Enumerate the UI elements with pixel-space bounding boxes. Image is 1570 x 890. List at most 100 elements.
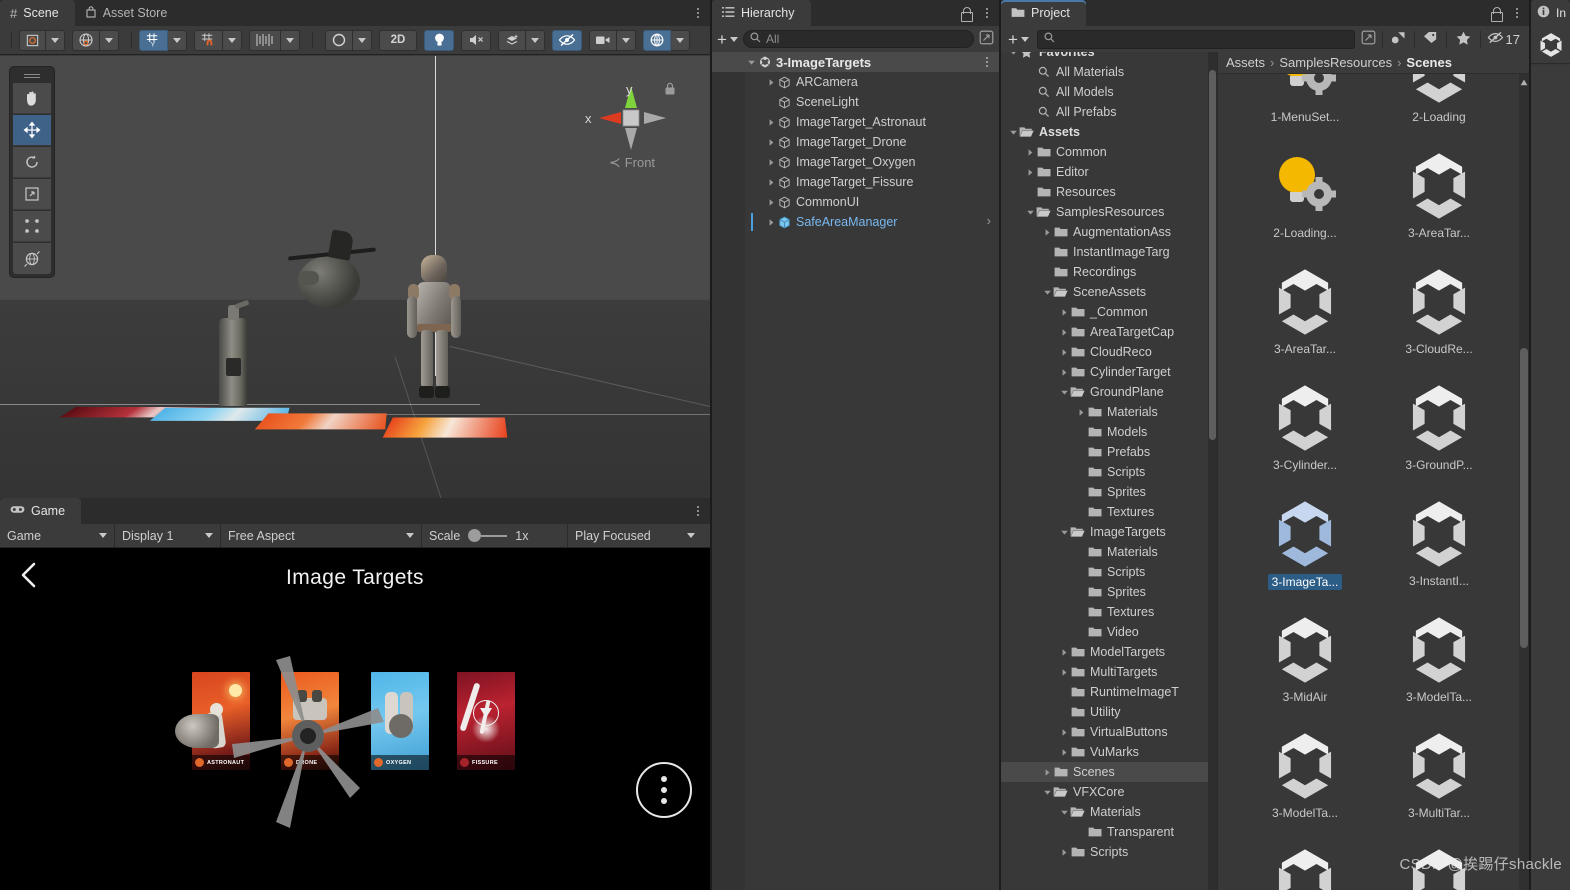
- hierarchy-item-imagetarget-drone[interactable]: ImageTarget_Drone: [712, 132, 999, 152]
- hierarchy-tree[interactable]: 3-ImageTargets ARCamera SceneLight ImageTar…: [712, 52, 999, 890]
- project-folder-scripts[interactable]: Scripts: [1001, 462, 1217, 482]
- tab-scene[interactable]: # Scene: [0, 0, 75, 26]
- asset-item[interactable]: 3-InstantI...: [1374, 496, 1504, 588]
- project-folder-samplesresources[interactable]: SamplesResources: [1001, 202, 1217, 222]
- chevron-right-icon[interactable]: [1041, 768, 1053, 777]
- chevron-right-icon[interactable]: [1058, 368, 1070, 377]
- tool-palette-drag-handle[interactable]: [13, 70, 51, 82]
- gizmos-dropdown-button[interactable]: [671, 29, 690, 51]
- chevron-right-icon[interactable]: [1058, 728, 1070, 737]
- project-folder-modeltargets[interactable]: ModelTargets: [1001, 642, 1217, 662]
- target-card-fissure[interactable]: FISSURE: [457, 672, 515, 770]
- favorites-star-button[interactable]: [1447, 31, 1480, 48]
- project-folder-materials[interactable]: Materials: [1001, 802, 1217, 822]
- play-mode-dropdown[interactable]: Play Focused: [568, 524, 702, 547]
- hierarchy-item-commonui[interactable]: CommonUI: [712, 192, 999, 212]
- project-folder-favorites[interactable]: Favorites: [1001, 52, 1217, 62]
- project-folder-scenes[interactable]: Scenes: [1001, 762, 1217, 782]
- grid-ruler-button[interactable]: [249, 29, 281, 51]
- project-folder-materials[interactable]: Materials: [1001, 542, 1217, 562]
- aspect-dropdown[interactable]: Free Aspect: [221, 524, 422, 547]
- project-folder-vfxcore[interactable]: VFXCore: [1001, 782, 1217, 802]
- project-asset-grid[interactable]: Assets › SamplesResources › Scenes 1-Men…: [1217, 52, 1529, 890]
- chevron-right-icon[interactable]: [1058, 328, 1070, 337]
- fx-dropdown-button[interactable]: [526, 29, 545, 51]
- hierarchy-search-input[interactable]: All: [742, 30, 974, 48]
- project-folder-vumarks[interactable]: VuMarks: [1001, 742, 1217, 762]
- grid-size-dropdown[interactable]: [281, 29, 300, 51]
- target-card-drone[interactable]: DRONE: [281, 672, 339, 770]
- project-folder-all-prefabs[interactable]: All Prefabs: [1001, 102, 1217, 122]
- options-fab-button[interactable]: [636, 762, 692, 818]
- tab-hierarchy[interactable]: Hierarchy: [712, 0, 811, 26]
- breadcrumb-item-scenes[interactable]: Scenes: [1406, 55, 1452, 70]
- chevron-right-icon[interactable]: [1058, 848, 1070, 857]
- asset-item[interactable]: 2-Loading...: [1240, 148, 1370, 240]
- hierarchy-item-imagetarget-oxygen[interactable]: ImageTarget_Oxygen: [712, 152, 999, 172]
- asset-item[interactable]: 3-MidAir: [1240, 612, 1370, 704]
- chevron-down-icon[interactable]: [1058, 808, 1070, 817]
- asset-item[interactable]: 3-MultiTar...: [1374, 728, 1504, 820]
- handle-space-group[interactable]: [72, 29, 119, 51]
- chevron-right-icon[interactable]: [1058, 668, 1070, 677]
- project-search-input[interactable]: [1036, 29, 1355, 49]
- transform-tool-button[interactable]: [13, 243, 51, 274]
- fx-group[interactable]: [498, 29, 545, 51]
- project-add-button[interactable]: +: [1004, 31, 1033, 48]
- asset-item[interactable]: 3-AreaTar...: [1240, 264, 1370, 356]
- asset-item[interactable]: 1-MenuSet...: [1240, 74, 1370, 124]
- camera-dropdown-button[interactable]: [617, 29, 636, 51]
- snap-dropdown-button[interactable]: [223, 29, 242, 51]
- lock-icon[interactable]: [960, 6, 973, 22]
- filter-by-label-button[interactable]: [1415, 31, 1446, 47]
- asset-item[interactable]: 3-ImageTa...: [1240, 496, 1370, 590]
- asset-item[interactable]: [1374, 844, 1504, 890]
- chevron-down-icon[interactable]: [1058, 388, 1070, 397]
- game-mode-dropdown[interactable]: Game: [0, 524, 115, 547]
- asset-grid-scroll-up-icon[interactable]: [1520, 78, 1528, 87]
- project-folder-scripts[interactable]: Scripts: [1001, 562, 1217, 582]
- project-folder-common[interactable]: Common: [1001, 142, 1217, 162]
- asset-item[interactable]: 3-Cylinder...: [1240, 380, 1370, 472]
- project-folder-sprites[interactable]: Sprites: [1001, 582, 1217, 602]
- chevron-down-icon[interactable]: [1041, 788, 1053, 797]
- asset-item[interactable]: 3-ModelTa...: [1240, 728, 1370, 820]
- hierarchy-options-kebab-icon[interactable]: [981, 5, 993, 21]
- project-folder-utility[interactable]: Utility: [1001, 702, 1217, 722]
- camera-group[interactable]: [589, 29, 636, 51]
- hierarchy-item-safeareamanager[interactable]: SafeAreaManager ›: [712, 212, 999, 232]
- game-options-kebab-icon[interactable]: [692, 503, 704, 519]
- target-card-oxygen[interactable]: OXYGEN: [371, 672, 429, 770]
- game-viewport[interactable]: Image Targets ASTRONAUT DRONE OXYGEN FIS…: [0, 548, 710, 890]
- project-tree-scrollbar-thumb[interactable]: [1209, 70, 1216, 440]
- hierarchy-row-options-kebab-icon[interactable]: [981, 54, 993, 70]
- chevron-right-icon[interactable]: [1024, 168, 1036, 177]
- lock-icon[interactable]: [1490, 6, 1503, 22]
- project-folder-resources[interactable]: Resources: [1001, 182, 1217, 202]
- hierarchy-add-button[interactable]: +: [717, 31, 738, 48]
- chevron-down-icon[interactable]: [1024, 208, 1036, 217]
- pivot-mode-group[interactable]: [19, 29, 65, 51]
- project-folder-recordings[interactable]: Recordings: [1001, 262, 1217, 282]
- tab-game[interactable]: Game: [0, 498, 82, 524]
- gizmos-toggle-button[interactable]: [643, 29, 671, 51]
- hierarchy-item-imagetarget-astronaut[interactable]: ImageTarget_Astronaut: [712, 112, 999, 132]
- chevron-right-icon[interactable]: [765, 138, 777, 147]
- project-folder-tree[interactable]: Favorites All Materials All Models All Pref…: [1001, 52, 1217, 890]
- project-folder-materials[interactable]: Materials: [1001, 402, 1217, 422]
- asset-grid-scrollbar-thumb[interactable]: [1520, 348, 1528, 648]
- hand-tool-button[interactable]: [13, 83, 51, 114]
- chevron-right-icon[interactable]: [765, 198, 777, 207]
- toggle-lighting-button[interactable]: [424, 29, 454, 51]
- shading-mode-button[interactable]: [325, 29, 353, 51]
- snap-magnet-group[interactable]: [194, 29, 242, 51]
- filter-by-type-button[interactable]: [1383, 31, 1414, 48]
- shading-mode-group[interactable]: [325, 29, 372, 51]
- project-folder-textures[interactable]: Textures: [1001, 602, 1217, 622]
- grid-size-group[interactable]: [249, 29, 300, 51]
- grid-snap-group[interactable]: Y: [139, 29, 187, 51]
- open-prefab-chevron-icon[interactable]: ›: [987, 213, 991, 228]
- hierarchy-item-scenelight[interactable]: SceneLight: [712, 92, 999, 112]
- project-folder-all-materials[interactable]: All Materials: [1001, 62, 1217, 82]
- grid-dropdown-button[interactable]: [168, 29, 187, 51]
